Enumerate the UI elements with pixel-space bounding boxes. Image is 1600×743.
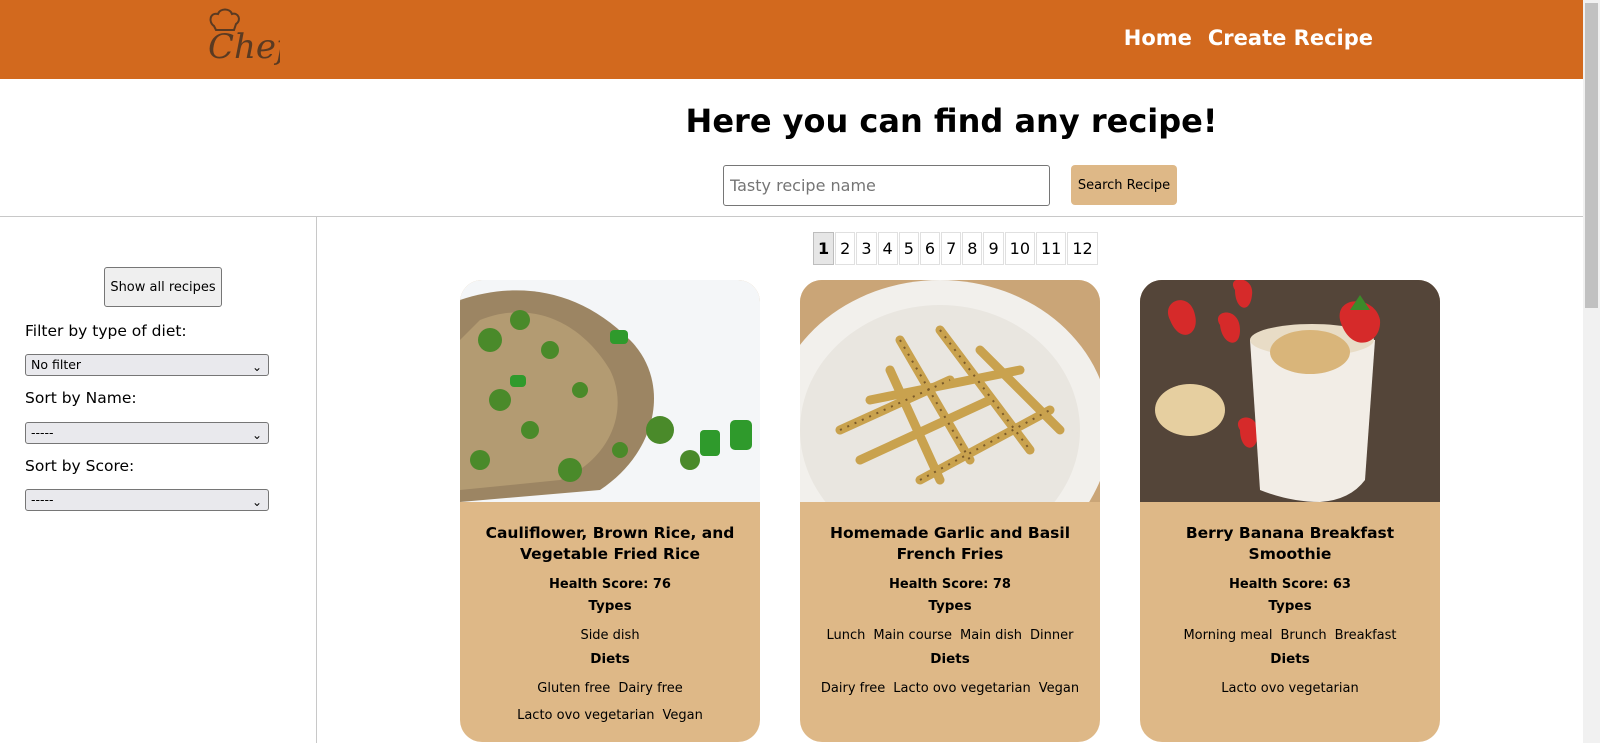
recipe-card[interactable]: Homemade Garlic and Basil French Fries H… — [800, 280, 1100, 742]
diets-heading: Diets — [930, 651, 970, 667]
page-button-12[interactable]: 12 — [1067, 232, 1098, 265]
chef-logo-icon[interactable]: Chef — [200, 6, 280, 68]
health-score: Health Score: 76 — [549, 577, 671, 592]
type-tag: Dinner — [1030, 628, 1074, 643]
nav-home-link[interactable]: Home — [1124, 26, 1192, 50]
sort-score-select[interactable]: ----- ⌄ — [25, 489, 269, 511]
chevron-down-icon: ⌄ — [251, 428, 262, 442]
show-all-recipes-button[interactable]: Show all recipes — [104, 267, 222, 307]
recipe-image[interactable] — [1140, 280, 1440, 502]
page-scrollbar[interactable] — [1583, 0, 1600, 743]
recipe-card[interactable]: Cauliflower, Brown Rice, and Vegetable F… — [460, 280, 760, 742]
sidebar: Show all recipes Filter by type of diet:… — [0, 217, 317, 743]
diets-list: Lacto ovo vegetarian — [1152, 675, 1428, 702]
page-button-7[interactable]: 7 — [941, 232, 962, 265]
type-tag: Side dish — [580, 628, 640, 643]
diet-filter-select[interactable]: No filter ⌄ — [25, 354, 269, 376]
nav-create-recipe-link[interactable]: Create Recipe — [1208, 26, 1373, 50]
french-fries-image — [800, 280, 1100, 502]
page-button-5[interactable]: 5 — [898, 232, 919, 265]
sort-score-label: Sort by Score: — [25, 457, 135, 475]
types-heading: Types — [1268, 598, 1312, 614]
health-score: Health Score: 78 — [889, 577, 1011, 592]
diet-tag: Lacto ovo vegetarian — [1221, 681, 1359, 696]
recipe-title[interactable]: Homemade Garlic and Basil French Fries — [812, 523, 1088, 565]
type-tag: Main dish — [960, 628, 1023, 643]
page-button-1[interactable]: 1 — [813, 232, 835, 265]
logo-text: Chef — [208, 27, 280, 67]
page-button-10[interactable]: 10 — [1004, 232, 1035, 265]
scrollbar-thumb[interactable] — [1585, 3, 1598, 308]
sort-name-value: ----- — [31, 425, 54, 440]
diet-tag: Dairy free — [618, 681, 683, 696]
diets-list: Dairy free Lacto ovo vegetarian Vegan — [812, 675, 1088, 702]
diets-heading: Diets — [590, 651, 630, 667]
page-button-9[interactable]: 9 — [983, 232, 1004, 265]
chevron-down-icon: ⌄ — [251, 360, 262, 374]
recipe-image[interactable] — [800, 280, 1100, 502]
type-tag: Main course — [873, 628, 952, 643]
types-heading: Types — [588, 598, 632, 614]
diet-tag: Gluten free — [537, 681, 611, 696]
recipe-image[interactable] — [460, 280, 760, 502]
recipe-card[interactable]: Berry Banana Breakfast Smoothie Health S… — [1140, 280, 1440, 742]
sort-score-value: ----- — [31, 492, 54, 507]
diets-heading: Diets — [1270, 651, 1310, 667]
page-title: Here you can find any recipe! — [685, 102, 1218, 140]
diet-filter-value: No filter — [31, 357, 82, 372]
navbar: Chef Home Create Recipe — [0, 0, 1583, 79]
sort-name-select[interactable]: ----- ⌄ — [25, 422, 269, 444]
recipe-title[interactable]: Berry Banana Breakfast Smoothie — [1152, 523, 1428, 565]
diet-tag: Vegan — [662, 708, 703, 723]
search-recipe-button[interactable]: Search Recipe — [1071, 165, 1177, 205]
recipe-title[interactable]: Cauliflower, Brown Rice, and Vegetable F… — [472, 523, 748, 565]
type-tag: Lunch — [826, 628, 866, 643]
chevron-down-icon: ⌄ — [251, 495, 262, 509]
types-list: Lunch Main course Main dish Dinner — [812, 622, 1088, 649]
page-button-6[interactable]: 6 — [919, 232, 941, 265]
diet-filter-label: Filter by type of diet: — [25, 322, 187, 340]
diets-list: Gluten free Dairy free Lacto ovo vegetaria… — [472, 675, 748, 729]
health-score: Health Score: 63 — [1229, 577, 1351, 592]
diet-tag: Lacto ovo vegetarian — [517, 708, 655, 723]
pagination: 1 2 3 4 5 6 7 8 9 10 11 12 — [813, 232, 1099, 265]
fried-rice-image — [460, 280, 760, 502]
type-tag: Morning meal — [1183, 628, 1273, 643]
types-list: Morning meal Brunch Breakfast — [1152, 622, 1428, 649]
page-button-2[interactable]: 2 — [835, 232, 856, 265]
types-heading: Types — [928, 598, 972, 614]
page-button-8[interactable]: 8 — [962, 232, 983, 265]
type-tag: Breakfast — [1334, 628, 1397, 643]
page-button-3[interactable]: 3 — [856, 232, 877, 265]
diet-tag: Dairy free — [820, 681, 886, 696]
diet-tag: Vegan — [1038, 681, 1080, 696]
type-tag: Brunch — [1280, 628, 1327, 643]
page-button-4[interactable]: 4 — [877, 232, 898, 265]
types-list: Side dish — [472, 622, 748, 649]
page-button-11[interactable]: 11 — [1036, 232, 1067, 265]
sort-name-label: Sort by Name: — [25, 389, 137, 407]
search-input[interactable] — [723, 165, 1050, 206]
smoothie-image — [1140, 280, 1440, 502]
diet-tag: Lacto ovo vegetarian — [893, 681, 1031, 696]
